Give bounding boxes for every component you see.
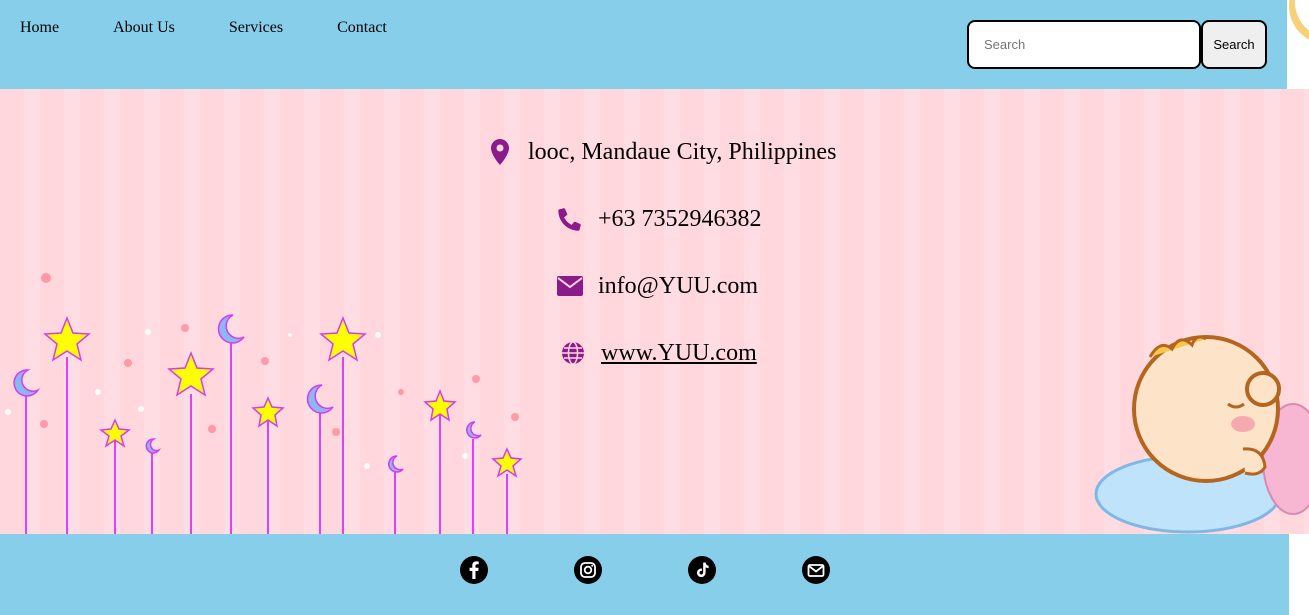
- moon-decoration: [1287, 0, 1309, 48]
- globe-icon: [559, 339, 587, 367]
- search-bar: Search: [967, 20, 1267, 69]
- email-text: info@YUU.com: [598, 272, 759, 299]
- mail-icon[interactable]: [801, 555, 831, 585]
- contact-section: looc, Mandaue City, Philippines +63 7352…: [0, 89, 1309, 534]
- nav-about-link[interactable]: About Us: [113, 19, 175, 37]
- instagram-icon[interactable]: [573, 555, 603, 585]
- address-text: looc, Mandaue City, Philippines: [528, 138, 837, 165]
- email-row: info@YUU.com: [556, 272, 758, 300]
- site-footer: [0, 534, 1289, 615]
- phone-text: +63 7352946382: [598, 205, 762, 232]
- stars-decoration: [5, 273, 523, 534]
- envelope-icon: [556, 272, 584, 300]
- phone-icon: [556, 205, 584, 233]
- map-pin-icon: [486, 138, 514, 166]
- nav-contact-link[interactable]: Contact: [337, 19, 387, 37]
- phone-row: +63 7352946382: [556, 205, 762, 233]
- website-row: www.YUU.com: [559, 339, 757, 367]
- tiktok-icon[interactable]: [687, 555, 717, 585]
- website-link[interactable]: www.YUU.com: [601, 340, 757, 367]
- site-header: Home About Us Services Contact Search: [0, 0, 1287, 89]
- facebook-icon[interactable]: [459, 555, 489, 585]
- search-button[interactable]: Search: [1201, 20, 1267, 69]
- nav-services-link[interactable]: Services: [229, 19, 283, 37]
- main-nav: Home About Us Services Contact: [20, 19, 441, 37]
- search-input[interactable]: [967, 20, 1201, 69]
- nav-home-link[interactable]: Home: [20, 19, 59, 37]
- address-row: looc, Mandaue City, Philippines: [486, 138, 836, 166]
- sleeping-baby-illustration: [1094, 335, 1309, 534]
